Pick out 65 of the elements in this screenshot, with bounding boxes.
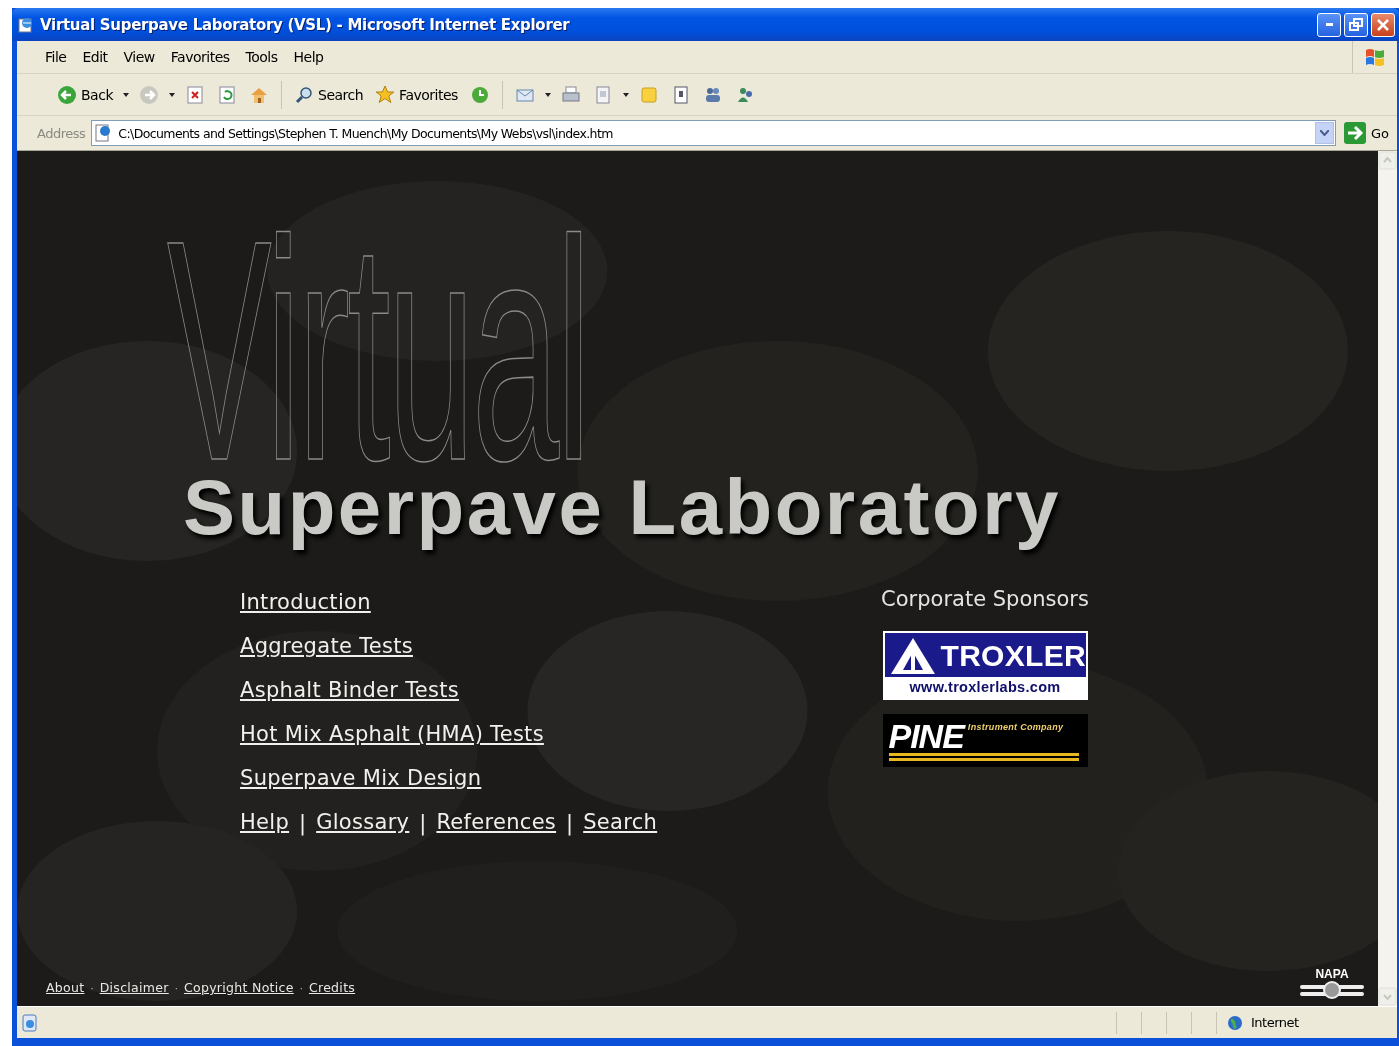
go-button[interactable]: Go	[1341, 122, 1391, 144]
separator: ·	[90, 982, 94, 994]
dropdown-button[interactable]	[620, 92, 631, 97]
restore-icon	[1349, 17, 1363, 32]
stop-icon	[185, 84, 205, 105]
arrow-icon	[1343, 122, 1366, 144]
footer-link[interactable]: About	[46, 980, 85, 996]
address-field[interactable]: C:\Documents and Settings\Stephen T. Muench\My Documents\My Webs\vsl\index.htm	[91, 120, 1336, 146]
caret-icon	[169, 92, 175, 97]
dropdown-button[interactable]	[542, 92, 553, 97]
nav-link[interactable]: Search	[583, 807, 658, 838]
separator: ·	[174, 982, 178, 994]
search-button[interactable]: Search	[290, 82, 368, 107]
menu-item[interactable]: Favorites	[162, 46, 238, 68]
separator: |	[566, 810, 574, 835]
close-button[interactable]	[1371, 12, 1395, 37]
browser-page-icon	[18, 16, 34, 33]
sponsors-heading: Corporate Sponsors	[881, 587, 1089, 611]
dropdown-button[interactable]	[121, 92, 131, 97]
chevron-icon	[1319, 130, 1329, 136]
menu-item[interactable]: Tools	[237, 46, 286, 68]
refresh-icon	[217, 84, 237, 105]
menu-item[interactable]: View	[115, 46, 163, 68]
star-icon	[375, 84, 396, 105]
footer-link[interactable]: Disclaimer	[99, 980, 169, 996]
dropdown-button[interactable]	[167, 92, 177, 97]
search-icon	[294, 84, 314, 105]
dropdown-button[interactable]	[1314, 122, 1334, 144]
page-icon	[21, 1013, 39, 1032]
nav-link[interactable]: Asphalt Binder Tests	[240, 675, 459, 706]
globe-icon	[1227, 1014, 1243, 1031]
menu-item[interactable]: Edit	[74, 46, 116, 68]
close-icon	[1376, 17, 1390, 32]
menu-item[interactable]: File	[37, 46, 75, 68]
history-icon	[469, 84, 490, 105]
nav-link[interactable]: Hot Mix Asphalt (HMA) Tests	[240, 719, 544, 750]
back-button[interactable]: Back	[53, 82, 117, 107]
note-icon	[638, 84, 659, 105]
nav-link[interactable]: References	[436, 807, 557, 838]
nav-link[interactable]: Aggregate Tests	[240, 631, 413, 662]
separator: |	[299, 810, 307, 835]
menu-item[interactable]: Help	[285, 46, 332, 68]
caret-icon	[544, 92, 551, 97]
status-zone: Internet	[1251, 1015, 1299, 1030]
nav-link[interactable]: Glossary	[316, 807, 410, 838]
separator: |	[419, 810, 427, 835]
page-icon	[94, 124, 113, 142]
minimize-button[interactable]	[1317, 12, 1341, 37]
logo: NAPA	[1300, 968, 1364, 1000]
footer-link[interactable]: Credits	[308, 980, 356, 996]
caret-icon	[123, 92, 129, 97]
nav-link[interactable]: Superpave Mix Design	[240, 763, 482, 794]
restore-button[interactable]	[1344, 12, 1368, 37]
printer-icon	[560, 84, 581, 105]
footer-link[interactable]: Copyright Notice	[183, 980, 294, 996]
separator: ·	[299, 982, 303, 994]
window-title: Virtual Superpave Laboratory (VSL) - Microsoft Internet Explorer	[40, 15, 571, 34]
address-label: Address	[37, 125, 86, 141]
caret-icon	[622, 92, 629, 97]
sponsor-logo[interactable]: TROXLER www.troxlerlabs.com	[882, 631, 1088, 700]
scrollbar[interactable]	[1378, 151, 1397, 1006]
nav-link[interactable]: Introduction	[240, 587, 371, 618]
minimize-icon	[1325, 23, 1333, 26]
nav-link[interactable]: Help	[240, 807, 290, 838]
favorites-button[interactable]: Favorites	[371, 82, 462, 107]
